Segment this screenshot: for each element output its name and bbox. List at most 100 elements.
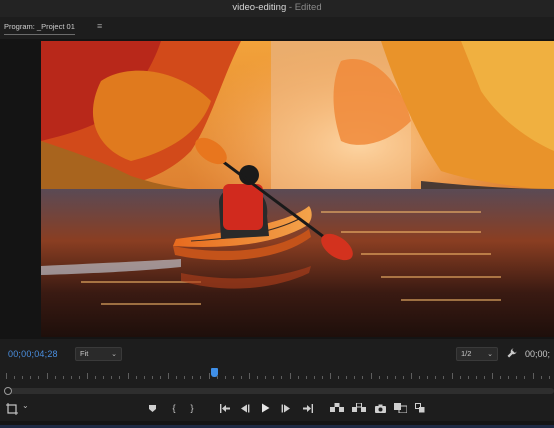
ruler-tick xyxy=(435,376,437,379)
ruler-tick xyxy=(321,376,323,379)
comparison-view-icon[interactable] xyxy=(393,399,407,417)
ruler-tick xyxy=(22,376,24,379)
go-to-in-icon[interactable] xyxy=(218,399,232,417)
transport-controls: ⌄ { } xyxy=(0,399,554,419)
current-timecode[interactable]: 00;00;04;28 xyxy=(8,349,58,359)
ruler-tick xyxy=(200,376,202,379)
go-to-out-icon[interactable] xyxy=(300,399,314,417)
ruler-tick xyxy=(184,376,186,379)
video-frame[interactable] xyxy=(41,41,554,337)
program-monitor-viewer xyxy=(0,39,554,339)
program-monitor-tab[interactable]: Program: _Project 01 xyxy=(4,22,75,35)
zoom-scrollbar[interactable] xyxy=(4,388,554,394)
timeline-ruler[interactable] xyxy=(0,366,554,381)
ruler-tick xyxy=(297,376,299,379)
ruler-tick xyxy=(30,376,32,379)
ruler-tick xyxy=(103,376,105,379)
ruler-tick xyxy=(119,376,121,379)
ruler-tick xyxy=(459,376,461,379)
step-forward-icon[interactable] xyxy=(279,399,293,417)
ruler-tick xyxy=(159,376,161,379)
ruler-tick xyxy=(362,376,364,379)
ruler-tick xyxy=(354,376,356,379)
program-monitor-tab-label: Program: _Project 01 xyxy=(4,22,75,31)
playback-resolution-dropdown[interactable]: 1/2 ⌄ xyxy=(456,347,498,361)
ruler-tick xyxy=(370,373,372,379)
ruler-tick xyxy=(127,373,129,379)
play-icon[interactable] xyxy=(258,399,272,417)
ruler-tick xyxy=(6,373,7,379)
ruler-tick xyxy=(224,376,226,379)
ruler-tick xyxy=(14,376,16,379)
ruler-tick xyxy=(289,373,291,379)
button-editor-icon[interactable] xyxy=(413,399,427,417)
ruler-tick xyxy=(38,376,40,379)
hamburger-icon[interactable]: ≡ xyxy=(97,21,109,31)
ruler-tick xyxy=(338,376,340,379)
ruler-tick xyxy=(427,376,429,379)
monitor-controls-row: 00;00;04;28 Fit ⌄ 1/2 ⌄ 00;00; xyxy=(0,344,554,364)
ruler-tick xyxy=(87,373,88,379)
ruler-tick xyxy=(402,376,404,379)
ruler-tick xyxy=(313,376,315,379)
mark-out-icon[interactable]: } xyxy=(185,399,199,417)
ruler-tick xyxy=(135,376,137,379)
ruler-tick xyxy=(265,376,267,379)
ruler-tick xyxy=(475,376,477,379)
ruler-tick xyxy=(346,376,348,379)
tab-underline xyxy=(4,34,75,35)
window-separator: - xyxy=(286,2,295,13)
ruler-tick xyxy=(394,376,396,379)
ruler-tick xyxy=(443,376,445,379)
ruler-tick xyxy=(143,376,145,379)
ruler-tick xyxy=(524,376,526,379)
ruler-tick xyxy=(78,376,80,379)
ruler-tick xyxy=(168,373,169,379)
zoom-level-dropdown[interactable]: Fit ⌄ xyxy=(75,347,122,361)
ruler-tick xyxy=(151,376,153,379)
ruler-tick xyxy=(492,373,493,379)
ruler-tick xyxy=(378,376,380,379)
ruler-tick xyxy=(46,373,48,379)
ruler-tick xyxy=(176,376,178,379)
ruler-tick xyxy=(232,376,234,379)
ruler-tick xyxy=(240,376,242,379)
safe-margins-icon[interactable] xyxy=(6,402,18,420)
ruler-tick xyxy=(208,373,210,379)
mark-in-icon[interactable]: { xyxy=(167,399,181,417)
ruler-tick xyxy=(483,376,485,379)
panel-bottom-border xyxy=(0,421,554,428)
window-title: video-editing xyxy=(232,2,287,13)
ruler-tick xyxy=(192,376,194,379)
ruler-tick xyxy=(411,373,412,379)
ruler-tick xyxy=(249,373,250,379)
chevron-down-icon: ⌄ xyxy=(111,351,117,358)
chevron-down-icon[interactable]: ⌄ xyxy=(22,401,29,410)
end-timecode: 00;00; xyxy=(525,349,551,359)
extract-icon[interactable] xyxy=(352,399,366,417)
program-panel-header: Program: _Project 01 ≡ xyxy=(0,17,554,39)
ruler-tick xyxy=(540,376,542,379)
ruler-tick xyxy=(467,376,469,379)
ruler-tick xyxy=(95,376,97,379)
ruler-tick xyxy=(532,373,534,379)
wrench-icon[interactable] xyxy=(507,348,517,361)
export-frame-icon[interactable] xyxy=(373,399,387,417)
ruler-tick xyxy=(305,376,307,379)
zoom-scrollbar-handle[interactable] xyxy=(4,387,12,395)
add-marker-icon[interactable] xyxy=(145,399,159,417)
ruler-tick xyxy=(508,376,510,379)
video-frame-image xyxy=(41,41,554,337)
lift-icon[interactable] xyxy=(330,399,344,417)
ruler-tick xyxy=(70,376,72,379)
playhead-handle[interactable] xyxy=(211,368,218,377)
playback-resolution-value: 1/2 xyxy=(461,349,472,358)
ruler-tick xyxy=(386,376,388,379)
ruler-tick xyxy=(54,376,56,379)
ruler-tick xyxy=(451,373,453,379)
ruler-tick xyxy=(281,376,283,379)
step-back-icon[interactable] xyxy=(238,399,252,417)
zoom-level-value: Fit xyxy=(80,349,89,358)
ruler-tick xyxy=(419,376,421,379)
ruler-tick xyxy=(516,376,518,379)
